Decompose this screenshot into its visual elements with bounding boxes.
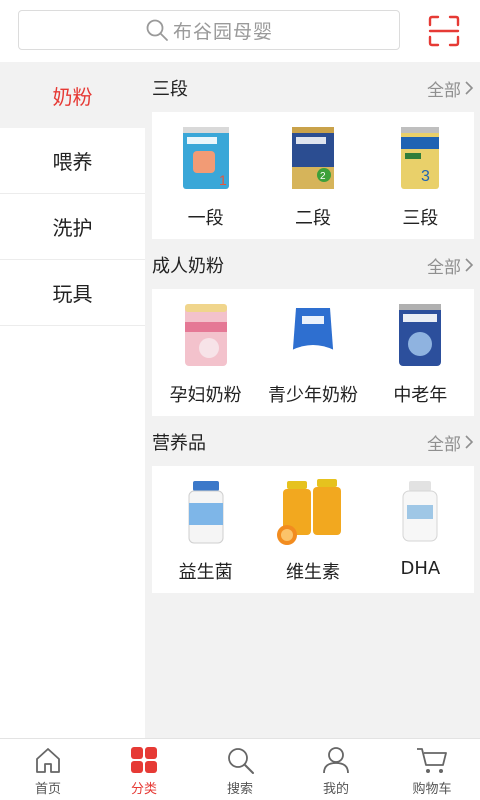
section-title: 营养品 (152, 433, 206, 454)
tab-label: 首页 (34, 782, 61, 797)
sidebar-item-label: 喂养 (52, 150, 93, 174)
tab-search[interactable]: 搜索 (192, 739, 288, 800)
section-title: 成人奶粉 (152, 256, 224, 277)
see-all-label: 全部 (427, 257, 461, 278)
cart-icon (417, 748, 447, 773)
see-all-link[interactable]: 全部 (427, 76, 474, 101)
sidebar-item-label: 洗护 (52, 216, 93, 240)
product-card-row: 益生菌 维生素 DHA (152, 466, 474, 593)
category-item[interactable]: 益生菌 (152, 466, 259, 593)
scan-icon[interactable] (428, 15, 460, 47)
maternal-milk-can-icon (179, 289, 233, 381)
search-icon (228, 748, 254, 774)
item-label: DHA (400, 558, 441, 579)
svg-text:1: 1 (219, 172, 227, 188)
svg-text:2: 2 (320, 171, 326, 182)
category-item[interactable]: 中老年 (367, 289, 474, 416)
see-all-label: 全部 (427, 434, 461, 455)
category-item[interactable]: 孕妇奶粉 (152, 289, 259, 416)
chevron-right-icon (465, 435, 474, 449)
item-label: 孕妇奶粉 (169, 385, 242, 406)
vitamin-bottles-icon (273, 466, 353, 558)
search-input[interactable]: 布谷园母婴 (18, 10, 400, 50)
chevron-right-icon (465, 81, 474, 95)
sidebar-item-feeding[interactable]: 喂养 (0, 128, 145, 194)
sidebar-item-toys[interactable]: 玩具 (0, 260, 145, 326)
home-icon (36, 748, 60, 773)
tab-label: 分类 (130, 782, 157, 797)
sidebar-item-formula[interactable]: 奶粉 (0, 62, 145, 128)
item-label: 维生素 (285, 562, 340, 583)
user-icon (323, 747, 349, 774)
header: 布谷园母婴 (0, 0, 480, 62)
search-placeholder: 布谷园母婴 (172, 20, 273, 43)
section-title: 三段 (152, 79, 188, 100)
tab-profile[interactable]: 我的 (288, 739, 384, 800)
tab-home[interactable]: 首页 (0, 739, 96, 800)
item-label: 一段 (187, 208, 224, 229)
svg-text:3: 3 (421, 168, 430, 185)
tab-label: 购物车 (412, 782, 452, 797)
tab-label: 我的 (322, 782, 349, 797)
section-header-adult: 成人奶粉 全部 (152, 245, 474, 285)
tab-label: 搜索 (226, 782, 253, 797)
see-all-link[interactable]: 全部 (427, 253, 474, 278)
item-label: 二段 (294, 208, 331, 229)
sidebar-item-label: 奶粉 (52, 84, 93, 109)
category-item[interactable]: 3 三段 (367, 112, 474, 239)
see-all-link[interactable]: 全部 (427, 430, 474, 455)
probiotic-bottle-icon (179, 466, 233, 558)
section-header-stage: 三段 全部 (152, 68, 474, 108)
category-content: 三段 全部 1 一段 2 二段 3 三段 成人奶粉 全部 孕妇奶粉 青少年奶粉 … (145, 62, 480, 738)
see-all-label: 全部 (427, 80, 461, 101)
item-label: 益生菌 (178, 562, 233, 583)
category-grid-icon (131, 747, 157, 773)
product-card-row: 孕妇奶粉 青少年奶粉 中老年 (152, 289, 474, 416)
aptamil-stage1-can-icon: 1 (179, 112, 233, 204)
dha-bottle-icon (393, 466, 447, 558)
section-header-nutrition: 营养品 全部 (152, 422, 474, 462)
category-sidebar: 奶粉 喂养 洗护 玩具 (0, 62, 145, 738)
item-label: 中老年 (393, 385, 448, 406)
category-item[interactable]: 维生素 (259, 466, 366, 593)
search-icon (146, 19, 168, 41)
sidebar-item-care[interactable]: 洗护 (0, 194, 145, 260)
tab-category[interactable]: 分类 (96, 739, 192, 800)
newbaze-stage3-can-icon: 3 (393, 112, 447, 204)
category-item[interactable]: DHA (367, 466, 474, 593)
item-label: 青少年奶粉 (267, 385, 358, 406)
teen-milk-bag-icon (286, 289, 340, 381)
sidebar-item-label: 玩具 (52, 282, 93, 306)
senior-milk-can-icon (393, 289, 447, 381)
bottom-tab-bar: 首页 分类 搜索 我的 购物车 (0, 738, 480, 800)
category-item[interactable]: 2 二段 (259, 112, 366, 239)
item-label: 三段 (402, 208, 439, 229)
category-item[interactable]: 1 一段 (152, 112, 259, 239)
chevron-right-icon (465, 258, 474, 272)
aptamil-stage2-can-icon: 2 (286, 112, 340, 204)
category-item[interactable]: 青少年奶粉 (259, 289, 366, 416)
tab-cart[interactable]: 购物车 (384, 739, 480, 800)
product-card-row: 1 一段 2 二段 3 三段 (152, 112, 474, 239)
